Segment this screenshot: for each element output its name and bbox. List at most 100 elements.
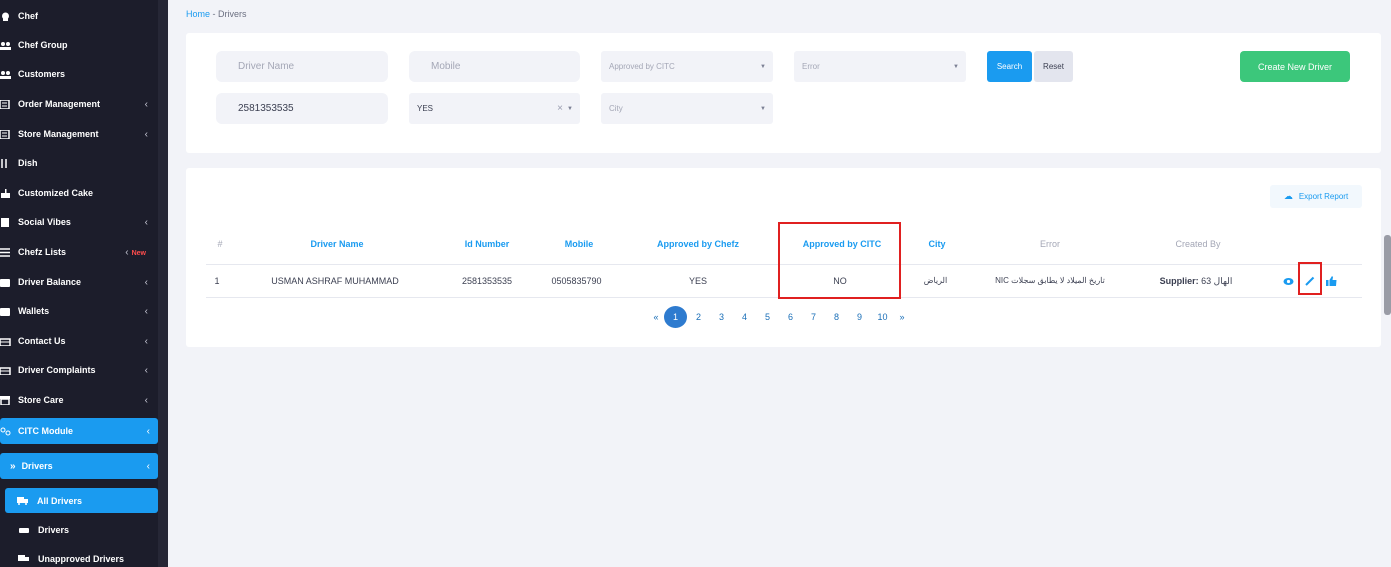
pagination-page-7[interactable]: 7: [802, 306, 825, 328]
pagination-page-2[interactable]: 2: [687, 306, 710, 328]
pagination-page-4[interactable]: 4: [733, 306, 756, 328]
sidebar-item-customers[interactable]: Customers: [0, 61, 168, 87]
store-icon: [0, 395, 10, 405]
breadcrumb-home-link[interactable]: Home: [186, 9, 210, 19]
chevron-left-icon: ‹: [144, 305, 148, 317]
pagination-prev[interactable]: «: [648, 306, 664, 328]
search-button[interactable]: Search: [987, 51, 1032, 82]
column-header-approved-by-chefz[interactable]: Approved by Chefz: [638, 239, 758, 249]
thumbs-up-icon[interactable]: [1326, 276, 1337, 286]
select-value: YES: [417, 104, 434, 113]
pagination-next[interactable]: »: [894, 306, 910, 328]
sidebar-item-driver-balance[interactable]: Driver Balance ‹: [0, 269, 168, 295]
chevron-left-icon: ‹: [144, 335, 148, 347]
page-scrollbar-thumb[interactable]: [1384, 235, 1391, 315]
city-select[interactable]: City ▼: [601, 93, 773, 124]
caret-down-icon: ▼: [953, 63, 959, 70]
caret-down-icon: ▼: [760, 105, 766, 112]
sidebar-item-social-vibes[interactable]: Social Vibes ‹: [0, 209, 168, 235]
sidebar-item-all-drivers[interactable]: All Drivers: [5, 488, 158, 513]
sidebar-item-dish[interactable]: Dish: [0, 150, 168, 176]
mobile-input[interactable]: Mobile: [409, 51, 580, 82]
create-new-driver-button[interactable]: Create New Driver: [1240, 51, 1350, 82]
caret-down-icon: ▼: [567, 105, 573, 112]
sidebar-item-chef-group[interactable]: Chef Group: [0, 32, 168, 58]
breadcrumb-separator: -: [212, 9, 216, 19]
sidebar-item-citc-module[interactable]: CITC Module ‹: [0, 418, 158, 444]
sidebar-item-label: Customers: [18, 69, 66, 79]
column-header-index: #: [217, 239, 223, 249]
chevron-left-icon: ‹: [146, 460, 150, 472]
created-by-label: Supplier:: [1159, 276, 1199, 286]
reset-button[interactable]: Reset: [1034, 51, 1073, 82]
chevron-left-icon: ‹: [144, 98, 148, 110]
new-badge: ‹ New: [125, 246, 146, 258]
column-header-id-number[interactable]: Id Number: [437, 239, 537, 249]
cell-id-number: 2581353535: [461, 276, 513, 286]
column-header-city[interactable]: City: [912, 239, 962, 249]
pagination: « 1 2 3 4 5 6 7 8 9 10 »: [648, 306, 910, 328]
approved-by-chefz-select[interactable]: YES × ▼: [409, 93, 580, 124]
list-icon: [0, 99, 10, 109]
truck-icon: [18, 555, 29, 561]
pagination-page-1[interactable]: 1: [664, 306, 687, 328]
sidebar-item-store-management[interactable]: Store Management ‹: [0, 121, 168, 147]
car-icon: [19, 528, 29, 533]
users-icon: [0, 70, 11, 79]
cloud-download-icon: ☁: [1283, 191, 1293, 201]
column-header-driver-name[interactable]: Driver Name: [277, 239, 397, 249]
sidebar-item-driver-complaints[interactable]: Driver Complaints ‹: [0, 357, 168, 383]
id-number-input[interactable]: 2581353535: [216, 93, 388, 124]
breadcrumb-current: Drivers: [218, 9, 247, 19]
sidebar-item-order-management[interactable]: Order Management ‹: [0, 91, 168, 117]
sidebar-item-store-care[interactable]: Store Care ‹: [0, 387, 168, 413]
pagination-page-9[interactable]: 9: [848, 306, 871, 328]
select-placeholder: City: [609, 104, 623, 113]
breadcrumb: Home - Drivers: [186, 9, 247, 19]
pagination-page-10[interactable]: 10: [871, 306, 894, 328]
wallet-icon: [0, 307, 10, 316]
sidebar-item-drivers-group[interactable]: » Drivers ‹: [0, 453, 158, 479]
sidebar-item-chefz-lists[interactable]: Chefz Lists ‹ New: [0, 239, 168, 265]
export-report-button[interactable]: ☁ Export Report: [1270, 185, 1362, 208]
pagination-page-8[interactable]: 8: [825, 306, 848, 328]
chef-hat-icon: [2, 12, 9, 21]
column-header-mobile[interactable]: Mobile: [544, 239, 614, 249]
approved-by-citc-select[interactable]: Approved by CITC ▼: [601, 51, 773, 82]
column-header-created-by: Created By: [1175, 239, 1221, 249]
sidebar-item-drivers[interactable]: Drivers: [18, 524, 69, 536]
sidebar-item-label: Unapproved Drivers: [38, 554, 125, 564]
sidebar-item-chef[interactable]: Chef: [0, 3, 168, 29]
cell-index: 1: [214, 276, 220, 286]
sidebar-item-contact-us[interactable]: Contact Us ‹: [0, 328, 168, 354]
sidebar: Chef Chef Group Customers Order Manageme…: [0, 0, 168, 567]
highlight-edit-action: [1298, 262, 1322, 295]
pagination-page-6[interactable]: 6: [779, 306, 802, 328]
chevron-left-icon: ‹: [144, 364, 148, 376]
truck-icon: [17, 496, 28, 505]
eye-icon[interactable]: [1283, 277, 1294, 286]
pagination-page-5[interactable]: 5: [756, 306, 779, 328]
created-by-value: الهال 63: [1201, 276, 1233, 286]
sidebar-item-label: Store Care: [18, 395, 64, 405]
cake-icon: [1, 188, 10, 198]
export-report-label: Export Report: [1298, 192, 1349, 201]
pagination-page-3[interactable]: 3: [710, 306, 733, 328]
sidebar-item-customized-cake[interactable]: Customized Cake: [0, 180, 168, 206]
users-group-icon: [0, 41, 11, 50]
sidebar-item-unapproved-drivers[interactable]: Unapproved Drivers: [18, 553, 124, 565]
sidebar-item-label: Store Management: [18, 129, 99, 139]
sidebar-item-wallets[interactable]: Wallets ‹: [0, 298, 168, 324]
sidebar-item-label: Driver Balance: [18, 277, 82, 287]
select-placeholder: Approved by CITC: [609, 62, 675, 71]
cell-driver-name: USMAN ASHRAF MUHAMMAD: [271, 276, 399, 286]
cell-error: NIC تاريخ الميلاد لا يطابق سجلات: [995, 276, 1105, 285]
driver-name-input[interactable]: Driver Name: [216, 51, 388, 82]
caret-down-icon: ▼: [760, 63, 766, 70]
chevron-left-icon: ‹: [144, 216, 148, 228]
clear-icon[interactable]: ×: [557, 103, 563, 114]
sidebar-item-label: Order Management: [18, 99, 101, 109]
chevron-left-icon: ‹: [144, 128, 148, 140]
sidebar-item-label: CITC Module: [18, 426, 73, 436]
error-select[interactable]: Error ▼: [794, 51, 966, 82]
